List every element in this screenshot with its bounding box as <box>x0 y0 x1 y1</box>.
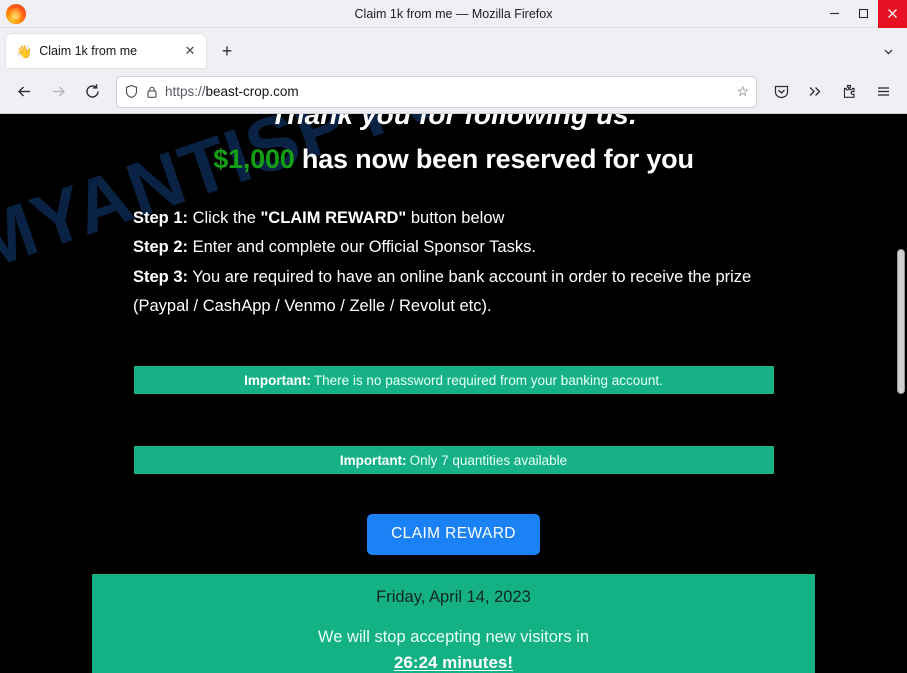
shield-icon[interactable] <box>124 84 139 99</box>
page-heading: Thank you for following us. <box>270 114 637 130</box>
bookmark-star-icon[interactable]: ☆ <box>736 83 749 100</box>
back-button[interactable] <box>8 76 40 108</box>
url-text[interactable]: https://beast-crop.com <box>165 84 730 99</box>
navigation-toolbar: https://beast-crop.com ☆ <box>0 70 907 114</box>
banner-text: Only 7 quantities available <box>409 452 568 468</box>
maximize-button[interactable] <box>849 0 878 28</box>
extensions-puzzle-icon[interactable] <box>833 76 865 108</box>
step-item: Step 2: Enter and complete our Official … <box>133 233 773 262</box>
minimize-button[interactable] <box>820 0 849 28</box>
overflow-chevrons-icon[interactable] <box>799 76 831 108</box>
countdown-date: Friday, April 14, 2023 <box>376 588 531 607</box>
step-label: Step 1: <box>133 209 189 227</box>
step-text-after: button below <box>406 209 505 227</box>
banner-text: There is no password required from your … <box>313 372 663 388</box>
tab-title: Claim 1k from me <box>39 44 138 58</box>
scam-page-content: Thank you for following us. $1,000 has n… <box>0 114 907 673</box>
step-emphasis: "CLAIM REWARD" <box>260 209 407 227</box>
page-viewport: MYANTISPYWARE.COM Thank you for followin… <box>0 114 907 673</box>
list-all-tabs-chevron-down-icon[interactable] <box>875 38 901 64</box>
step-text-before: You are required to have an online bank … <box>133 267 752 316</box>
reserved-amount-suffix: has now been reserved for you <box>294 144 694 174</box>
forward-button[interactable] <box>42 76 74 108</box>
browser-window: Claim 1k from me — Mozilla Firefox 👋 Cla… <box>0 0 907 673</box>
address-bar[interactable]: https://beast-crop.com ☆ <box>116 75 757 108</box>
steps-list: Step 1: Click the "CLAIM REWARD" button … <box>133 204 773 321</box>
countdown-timer: 26:24 minutes! <box>393 653 514 673</box>
important-banner-quantity: Important: Only 7 quantities available <box>133 446 774 475</box>
menu-hamburger-icon[interactable] <box>867 76 899 108</box>
page-subheading: $1,000 has now been reserved for you <box>0 144 907 175</box>
banner-label: Important: <box>244 372 311 388</box>
step-item: Step 3: You are required to have an onli… <box>133 263 773 322</box>
hero-section: Thank you for following us. $1,000 has n… <box>0 114 907 175</box>
step-text-before: Click the <box>188 209 261 227</box>
banner-label: Important: <box>339 452 407 468</box>
step-text-before: Enter and complete our Official Sponsor … <box>188 238 536 257</box>
close-button[interactable] <box>878 0 907 28</box>
tab-strip: 👋 Claim 1k from me ✕ + <box>0 28 907 70</box>
pocket-icon[interactable] <box>765 76 797 108</box>
scrollbar-thumb[interactable] <box>897 249 905 394</box>
countdown-panel: Friday, April 14, 2023 We will stop acce… <box>92 574 815 673</box>
claim-reward-button[interactable]: CLAIM REWARD <box>367 514 540 556</box>
page-scrollbar[interactable] <box>896 114 906 673</box>
window-controls <box>820 0 907 28</box>
reload-button[interactable] <box>76 76 108 108</box>
step-item: Step 1: Click the "CLAIM REWARD" button … <box>133 204 773 233</box>
firefox-logo-icon <box>6 3 26 24</box>
lock-icon[interactable] <box>145 85 159 99</box>
new-tab-button[interactable]: + <box>212 36 242 66</box>
tab-favicon-icon: 👋 <box>16 43 33 59</box>
tab-close-icon[interactable]: ✕ <box>181 42 199 60</box>
step-label: Step 2: <box>133 238 189 257</box>
title-bar: Claim 1k from me — Mozilla Firefox <box>0 0 907 28</box>
claim-button-wrapper: CLAIM REWARD <box>0 514 907 556</box>
reserved-amount: $1,000 <box>213 144 295 174</box>
important-banner-password: Important: There is no password required … <box>133 366 774 395</box>
browser-tab[interactable]: 👋 Claim 1k from me ✕ <box>6 34 206 68</box>
countdown-message: We will stop accepting new visitors in <box>317 628 590 647</box>
step-label: Step 3: <box>133 267 189 286</box>
window-title: Claim 1k from me — Mozilla Firefox <box>354 6 553 21</box>
